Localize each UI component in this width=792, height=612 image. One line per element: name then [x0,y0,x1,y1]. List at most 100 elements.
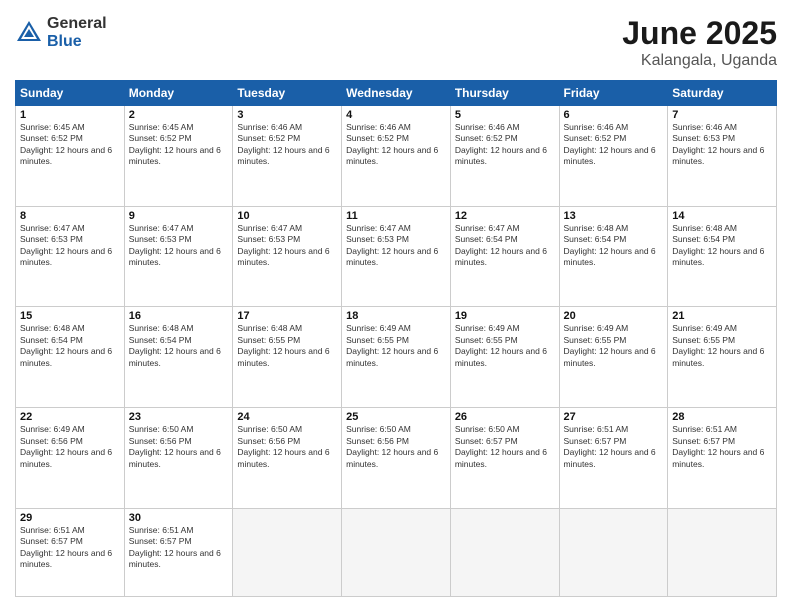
day-info: Sunrise: 6:48 AMSunset: 6:54 PMDaylight:… [20,323,120,369]
day-number: 7 [672,109,772,121]
day-number: 14 [672,210,772,222]
header-day-sunday: Sunday [16,81,125,106]
day-cell-8: 8Sunrise: 6:47 AMSunset: 6:53 PMDaylight… [16,206,125,307]
day-info: Sunrise: 6:47 AMSunset: 6:53 PMDaylight:… [346,223,446,269]
day-number: 24 [237,411,337,423]
day-cell-24: 24Sunrise: 6:50 AMSunset: 6:56 PMDayligh… [233,408,342,509]
header-day-saturday: Saturday [668,81,777,106]
day-cell-25: 25Sunrise: 6:50 AMSunset: 6:56 PMDayligh… [342,408,451,509]
logo-general-text: General [47,15,107,33]
day-number: 10 [237,210,337,222]
logo-blue-text: Blue [47,33,107,51]
day-info: Sunrise: 6:51 AMSunset: 6:57 PMDaylight:… [672,424,772,470]
day-cell-29: 29Sunrise: 6:51 AMSunset: 6:57 PMDayligh… [16,508,125,596]
header-day-wednesday: Wednesday [342,81,451,106]
day-info: Sunrise: 6:48 AMSunset: 6:54 PMDaylight:… [672,223,772,269]
empty-cell [342,508,451,596]
day-number: 1 [20,109,120,121]
day-number: 3 [237,109,337,121]
day-cell-14: 14Sunrise: 6:48 AMSunset: 6:54 PMDayligh… [668,206,777,307]
day-cell-1: 1Sunrise: 6:45 AMSunset: 6:52 PMDaylight… [16,106,125,207]
empty-cell [668,508,777,596]
day-info: Sunrise: 6:48 AMSunset: 6:54 PMDaylight:… [564,223,664,269]
day-cell-23: 23Sunrise: 6:50 AMSunset: 6:56 PMDayligh… [124,408,233,509]
day-info: Sunrise: 6:48 AMSunset: 6:54 PMDaylight:… [129,323,229,369]
day-info: Sunrise: 6:45 AMSunset: 6:52 PMDaylight:… [129,122,229,168]
day-info: Sunrise: 6:45 AMSunset: 6:52 PMDaylight:… [20,122,120,168]
day-info: Sunrise: 6:50 AMSunset: 6:57 PMDaylight:… [455,424,555,470]
logo: General Blue [15,15,107,50]
day-cell-2: 2Sunrise: 6:45 AMSunset: 6:52 PMDaylight… [124,106,233,207]
day-info: Sunrise: 6:49 AMSunset: 6:55 PMDaylight:… [672,323,772,369]
header-day-tuesday: Tuesday [233,81,342,106]
day-cell-10: 10Sunrise: 6:47 AMSunset: 6:53 PMDayligh… [233,206,342,307]
day-number: 27 [564,411,664,423]
day-number: 30 [129,512,229,524]
calendar-title: June 2025 [622,15,777,52]
calendar-header-row: SundayMondayTuesdayWednesdayThursdayFrid… [16,81,777,106]
week-row-1: 1Sunrise: 6:45 AMSunset: 6:52 PMDaylight… [16,106,777,207]
day-cell-6: 6Sunrise: 6:46 AMSunset: 6:52 PMDaylight… [559,106,668,207]
week-row-5: 29Sunrise: 6:51 AMSunset: 6:57 PMDayligh… [16,508,777,596]
day-number: 2 [129,109,229,121]
day-info: Sunrise: 6:50 AMSunset: 6:56 PMDaylight:… [237,424,337,470]
day-number: 23 [129,411,229,423]
day-info: Sunrise: 6:51 AMSunset: 6:57 PMDaylight:… [20,525,120,571]
logo-text: General Blue [47,15,107,50]
day-cell-4: 4Sunrise: 6:46 AMSunset: 6:52 PMDaylight… [342,106,451,207]
day-info: Sunrise: 6:50 AMSunset: 6:56 PMDaylight:… [129,424,229,470]
day-info: Sunrise: 6:49 AMSunset: 6:55 PMDaylight:… [346,323,446,369]
calendar-subtitle: Kalangala, Uganda [622,52,777,70]
day-info: Sunrise: 6:51 AMSunset: 6:57 PMDaylight:… [129,525,229,571]
day-number: 18 [346,310,446,322]
header-day-thursday: Thursday [450,81,559,106]
day-cell-5: 5Sunrise: 6:46 AMSunset: 6:52 PMDaylight… [450,106,559,207]
day-info: Sunrise: 6:47 AMSunset: 6:53 PMDaylight:… [129,223,229,269]
day-info: Sunrise: 6:50 AMSunset: 6:56 PMDaylight:… [346,424,446,470]
page: General Blue June 2025 Kalangala, Uganda… [0,0,792,612]
day-info: Sunrise: 6:47 AMSunset: 6:53 PMDaylight:… [237,223,337,269]
empty-cell [559,508,668,596]
day-number: 6 [564,109,664,121]
calendar-table: SundayMondayTuesdayWednesdayThursdayFrid… [15,80,777,597]
day-cell-15: 15Sunrise: 6:48 AMSunset: 6:54 PMDayligh… [16,307,125,408]
empty-cell [450,508,559,596]
day-number: 16 [129,310,229,322]
day-number: 5 [455,109,555,121]
day-cell-16: 16Sunrise: 6:48 AMSunset: 6:54 PMDayligh… [124,307,233,408]
day-cell-19: 19Sunrise: 6:49 AMSunset: 6:55 PMDayligh… [450,307,559,408]
day-number: 17 [237,310,337,322]
day-info: Sunrise: 6:51 AMSunset: 6:57 PMDaylight:… [564,424,664,470]
day-info: Sunrise: 6:49 AMSunset: 6:56 PMDaylight:… [20,424,120,470]
day-info: Sunrise: 6:49 AMSunset: 6:55 PMDaylight:… [564,323,664,369]
week-row-4: 22Sunrise: 6:49 AMSunset: 6:56 PMDayligh… [16,408,777,509]
day-number: 19 [455,310,555,322]
day-number: 9 [129,210,229,222]
header: General Blue June 2025 Kalangala, Uganda [15,15,777,70]
calendar-body: 1Sunrise: 6:45 AMSunset: 6:52 PMDaylight… [16,106,777,597]
week-row-3: 15Sunrise: 6:48 AMSunset: 6:54 PMDayligh… [16,307,777,408]
day-cell-27: 27Sunrise: 6:51 AMSunset: 6:57 PMDayligh… [559,408,668,509]
day-cell-20: 20Sunrise: 6:49 AMSunset: 6:55 PMDayligh… [559,307,668,408]
day-info: Sunrise: 6:49 AMSunset: 6:55 PMDaylight:… [455,323,555,369]
day-cell-30: 30Sunrise: 6:51 AMSunset: 6:57 PMDayligh… [124,508,233,596]
day-number: 4 [346,109,446,121]
logo-icon [15,19,43,47]
day-info: Sunrise: 6:48 AMSunset: 6:55 PMDaylight:… [237,323,337,369]
day-number: 25 [346,411,446,423]
day-cell-17: 17Sunrise: 6:48 AMSunset: 6:55 PMDayligh… [233,307,342,408]
day-cell-22: 22Sunrise: 6:49 AMSunset: 6:56 PMDayligh… [16,408,125,509]
day-number: 21 [672,310,772,322]
day-info: Sunrise: 6:47 AMSunset: 6:53 PMDaylight:… [20,223,120,269]
day-cell-28: 28Sunrise: 6:51 AMSunset: 6:57 PMDayligh… [668,408,777,509]
day-info: Sunrise: 6:46 AMSunset: 6:52 PMDaylight:… [564,122,664,168]
day-info: Sunrise: 6:46 AMSunset: 6:52 PMDaylight:… [237,122,337,168]
day-number: 11 [346,210,446,222]
day-info: Sunrise: 6:46 AMSunset: 6:52 PMDaylight:… [455,122,555,168]
day-number: 28 [672,411,772,423]
empty-cell [233,508,342,596]
day-cell-3: 3Sunrise: 6:46 AMSunset: 6:52 PMDaylight… [233,106,342,207]
day-cell-12: 12Sunrise: 6:47 AMSunset: 6:54 PMDayligh… [450,206,559,307]
day-cell-7: 7Sunrise: 6:46 AMSunset: 6:53 PMDaylight… [668,106,777,207]
title-block: June 2025 Kalangala, Uganda [622,15,777,70]
